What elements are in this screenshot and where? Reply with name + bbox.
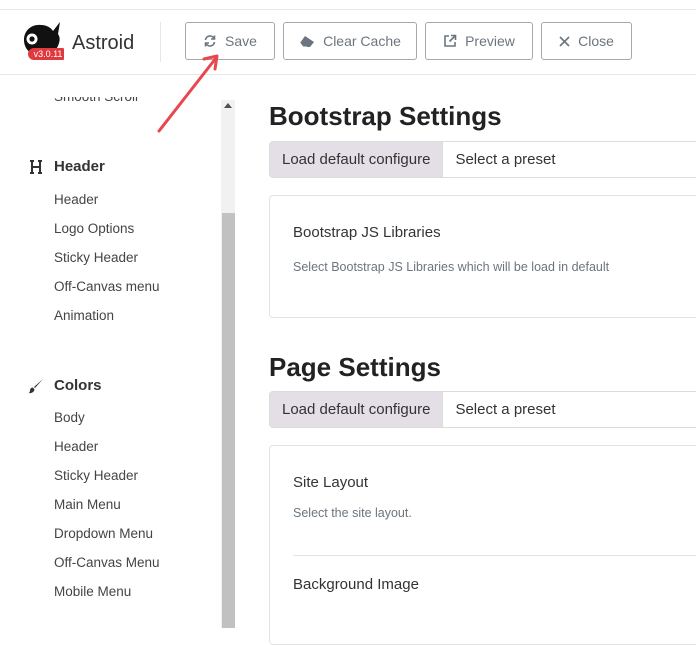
bootstrap-js-libraries-label: Bootstrap JS Libraries [293,224,441,241]
page-preset-bar: Load default configure Select a preset [269,391,696,428]
sidebar-item-mobile-menu[interactable]: Mobile Menu [54,584,131,599]
external-link-icon [444,34,457,47]
page-select-preset[interactable]: Select a preset [443,392,567,427]
bootstrap-js-libraries-desc: Select Bootstrap JS Libraries which will… [293,260,610,274]
sidebar-item-off-canvas-menu-colors[interactable]: Off-Canvas Menu [54,555,160,570]
bootstrap-preset-bar: Load default configure Select a preset [269,141,696,178]
sidebar-scrollbar-thumb[interactable] [222,213,235,628]
sidebar-item-smooth-scroll[interactable]: Smooth Scroll [54,97,138,104]
close-button[interactable]: Close [541,22,632,60]
app-header: v3.0.11 Astroid Save Clear Cache Preview [0,10,696,75]
sidebar-item-off-canvas-menu[interactable]: Off-Canvas menu [54,279,160,294]
bootstrap-settings-title: Bootstrap Settings [269,101,502,131]
close-label: Close [578,33,614,49]
version-badge: v3.0.11 [34,49,63,59]
sidebar-section-header: Header [28,158,105,175]
sidebar-item-main-menu[interactable]: Main Menu [54,497,121,512]
brand-name: Astroid [72,32,135,54]
sidebar-item-logo-options[interactable]: Logo Options [54,221,134,236]
clear-cache-label: Clear Cache [323,33,401,49]
field-divider [293,555,696,556]
sidebar-item-animation[interactable]: Animation [54,308,114,323]
save-label: Save [225,33,257,49]
bootstrap-load-default-button[interactable]: Load default configure [270,142,444,177]
eraser-icon [299,35,315,47]
background-image-label: Background Image [293,576,419,593]
sidebar-item-header[interactable]: Header [54,192,98,207]
sidebar-item-header-colors[interactable]: Header [54,439,98,454]
preview-label: Preview [465,33,515,49]
sidebar-item-body[interactable]: Body [54,410,85,425]
sidebar-item-sticky-header-colors[interactable]: Sticky Header [54,468,138,483]
annotation-arrow-icon [157,54,219,133]
heading-icon [28,159,44,174]
paint-brush-icon [28,378,44,394]
sidebar-section-colors: Colors [28,377,102,394]
sidebar-item-sticky-header[interactable]: Sticky Header [54,250,138,265]
close-icon [559,35,570,47]
page-load-default-button[interactable]: Load default configure [270,392,444,427]
astroid-logo: v3.0.11 [20,20,68,62]
page-settings-title: Page Settings [269,352,441,382]
sync-icon [204,35,216,47]
section-title: Header [54,158,105,175]
site-layout-desc: Select the site layout. [293,506,412,520]
site-layout-label: Site Layout [293,474,369,491]
sidebar: Smooth Scroll Header Header Logo Options… [0,75,236,628]
sidebar-item-dropdown-menu[interactable]: Dropdown Menu [54,526,153,541]
bootstrap-select-preset[interactable]: Select a preset [443,142,567,177]
preview-button[interactable]: Preview [425,22,533,60]
section-title: Colors [54,377,102,394]
bootstrap-settings-card [269,195,696,318]
clear-cache-button[interactable]: Clear Cache [283,22,417,60]
